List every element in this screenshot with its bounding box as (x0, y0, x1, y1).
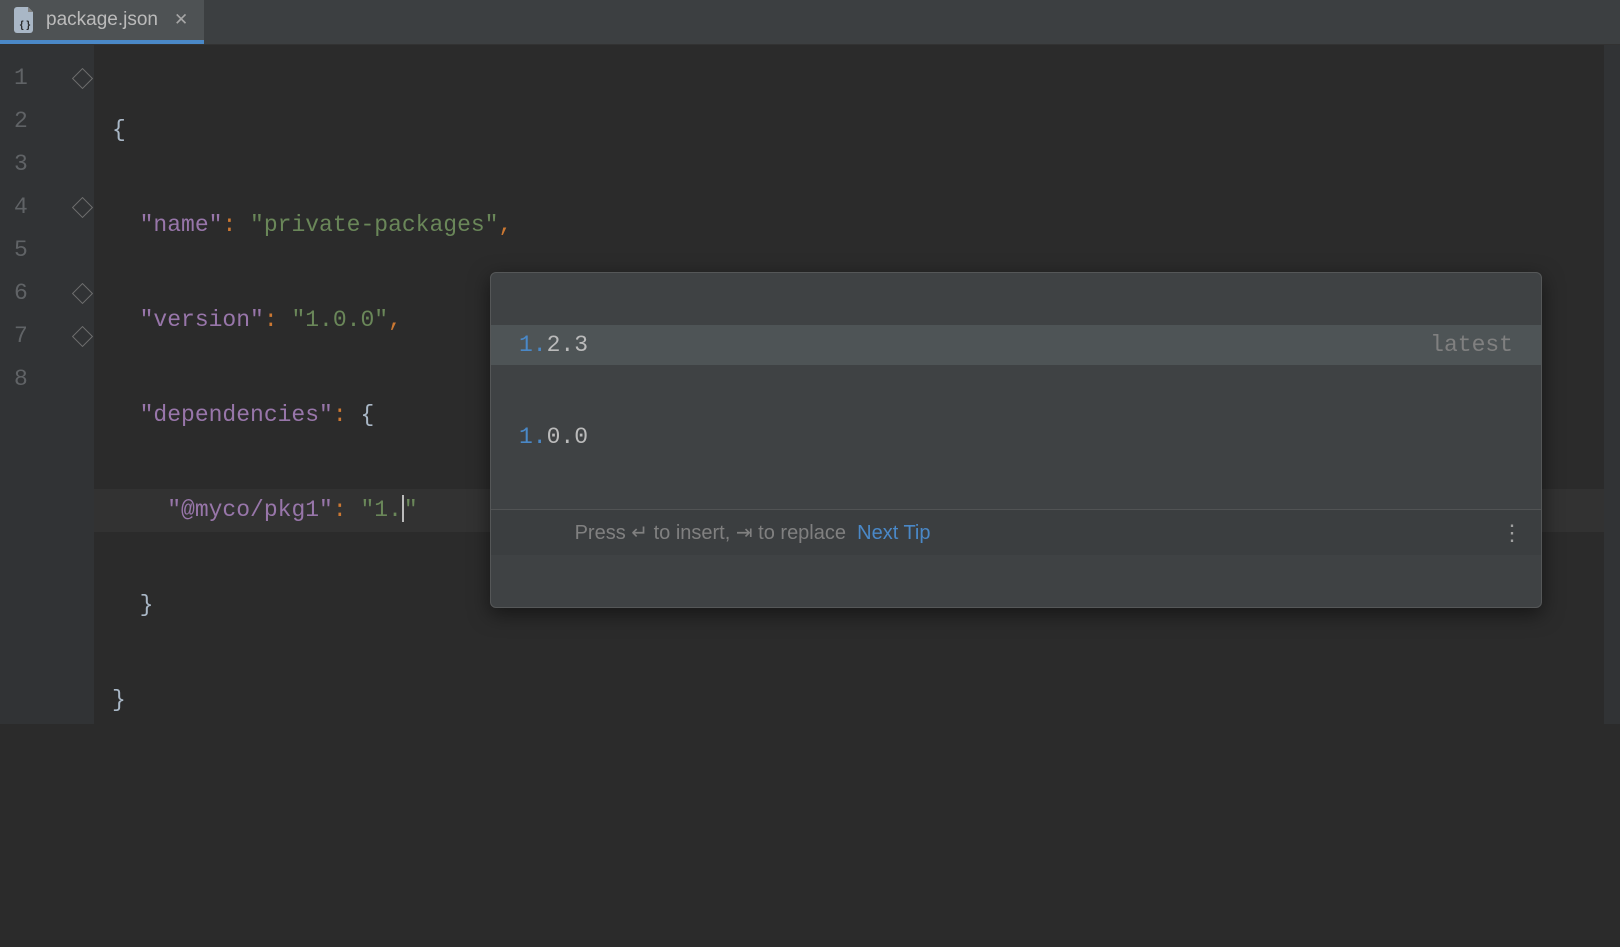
code-token: "private-packages" (250, 212, 498, 238)
line-number: 4 (0, 186, 70, 229)
line-number: 6 (0, 272, 70, 315)
code-token: 1. (374, 497, 402, 523)
file-tab[interactable]: { } package.json ✕ (0, 0, 204, 44)
fold-marker-icon[interactable] (71, 197, 92, 218)
code-token: } (140, 592, 154, 618)
line-number: 3 (0, 143, 70, 186)
completion-footer: Press ↵ to insert, ⇥ to replace Next Tip… (491, 509, 1541, 555)
editor-area: 1 2 3 4 5 6 7 8 { "name": "private-packa… (0, 45, 1620, 724)
code-token: "name" (140, 212, 223, 238)
fold-marker-icon[interactable] (71, 68, 92, 89)
code-token: { (112, 117, 126, 143)
line-number: 1 (0, 57, 70, 100)
line-number: 8 (0, 358, 70, 401)
code-token: : (264, 307, 292, 333)
svg-text:{ }: { } (20, 20, 31, 31)
fold-gutter (70, 45, 94, 724)
fold-marker-icon[interactable] (71, 283, 92, 304)
next-tip-link[interactable]: Next Tip (857, 522, 930, 544)
code-token: : (222, 212, 250, 238)
editor-right-strip (1604, 45, 1620, 724)
completion-item[interactable]: 1.0.0 (491, 417, 1541, 457)
tab-key-icon: ⇥ (736, 522, 753, 544)
code-token: } (112, 687, 126, 713)
line-number: 7 (0, 315, 70, 358)
tab-bar: { } package.json ✕ (0, 0, 1620, 45)
completion-text: 1.2.3 (519, 332, 588, 358)
completion-tail: latest (1430, 332, 1513, 358)
enter-key-icon: ↵ (631, 522, 648, 544)
json-file-icon: { } (14, 7, 36, 33)
completion-popup: 1.2.3 latest 1.0.0 Press ↵ to insert, ⇥ … (490, 272, 1542, 608)
code-token: , (499, 212, 513, 238)
tab-filename: package.json (46, 9, 158, 31)
code-token: "version" (140, 307, 264, 333)
code-token: { (360, 402, 374, 428)
completion-item[interactable]: 1.2.3 latest (491, 325, 1541, 365)
completion-text: 1.0.0 (519, 424, 588, 450)
completion-hint: Press ↵ to insert, ⇥ to replace Next Tip (519, 497, 930, 568)
code-token: "@myco/pkg1" (167, 497, 333, 523)
line-number: 2 (0, 100, 70, 143)
code-area[interactable]: { "name": "private-packages", "version":… (94, 45, 1620, 724)
code-token: " (404, 497, 418, 523)
line-number: 5 (0, 229, 70, 272)
code-token: " (360, 497, 374, 523)
line-number-gutter: 1 2 3 4 5 6 7 8 (0, 45, 70, 724)
code-token: : (333, 497, 361, 523)
kebab-menu-icon[interactable]: ⋮ (1501, 522, 1523, 544)
fold-marker-icon[interactable] (71, 326, 92, 347)
code-token: "1.0.0" (291, 307, 388, 333)
code-token: "dependencies" (140, 402, 333, 428)
code-token: : (333, 402, 361, 428)
close-icon[interactable]: ✕ (174, 10, 188, 30)
code-token: , (388, 307, 402, 333)
